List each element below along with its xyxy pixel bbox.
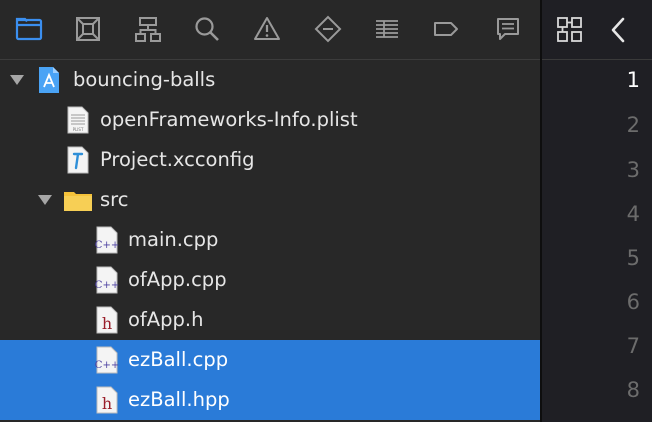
tree-row-project[interactable]: bouncing-balls bbox=[0, 60, 540, 100]
svg-text:PLIST: PLIST bbox=[73, 127, 84, 132]
find-navigator-icon[interactable] bbox=[189, 11, 225, 47]
file-label: ezBall.cpp bbox=[128, 348, 229, 371]
folder-icon bbox=[63, 186, 93, 214]
cpp-file-icon: C++ bbox=[95, 346, 119, 374]
svg-text:h: h bbox=[102, 314, 112, 333]
svg-text:h: h bbox=[102, 394, 112, 413]
header-file-icon: h bbox=[95, 306, 119, 334]
file-label: ezBall.hpp bbox=[128, 388, 230, 411]
file-label: ofApp.h bbox=[128, 308, 204, 331]
editor-jump-bar bbox=[542, 0, 652, 60]
editor-pane: 1 2 3 4 5 6 7 8 bbox=[542, 0, 652, 422]
tree-row-file[interactable]: C++ ofApp.cpp bbox=[0, 260, 540, 300]
header-file-icon: h bbox=[95, 386, 119, 414]
report-navigator-icon[interactable] bbox=[490, 11, 526, 47]
cpp-file-icon: C++ bbox=[95, 226, 119, 254]
line-number: 2 bbox=[626, 113, 640, 137]
line-number: 3 bbox=[626, 158, 640, 182]
symbol-navigator-icon[interactable] bbox=[130, 11, 166, 47]
tree-row-file[interactable]: PLIST openFrameworks-Info.plist bbox=[0, 100, 540, 140]
plist-file-icon: PLIST bbox=[66, 106, 90, 134]
svg-text:C++: C++ bbox=[95, 280, 119, 291]
navigator-toolbar bbox=[0, 0, 540, 60]
issue-navigator-icon[interactable] bbox=[249, 11, 285, 47]
tree-row-file[interactable]: h ofApp.h bbox=[0, 300, 540, 340]
line-number: 4 bbox=[626, 202, 640, 226]
file-label: openFrameworks-Info.plist bbox=[100, 108, 358, 131]
xcode-project-icon bbox=[37, 66, 61, 94]
line-number-current: 1 bbox=[626, 68, 640, 92]
project-navigator-icon[interactable] bbox=[11, 11, 47, 47]
related-items-icon[interactable] bbox=[556, 16, 584, 44]
line-number: 7 bbox=[626, 334, 640, 358]
disclosure-expanded-icon[interactable] bbox=[33, 180, 57, 220]
svg-text:C++: C++ bbox=[95, 240, 119, 251]
disclosure-expanded-icon[interactable] bbox=[5, 60, 29, 100]
svg-text:C++: C++ bbox=[95, 360, 119, 371]
back-chevron-icon[interactable] bbox=[606, 16, 630, 44]
tree-row-file[interactable]: Project.xcconfig bbox=[0, 140, 540, 180]
project-navigator: bouncing-balls PLIST openFrameworks-Info… bbox=[0, 0, 540, 422]
breakpoint-navigator-icon[interactable] bbox=[428, 11, 464, 47]
line-number: 5 bbox=[626, 246, 640, 270]
debug-navigator-icon[interactable] bbox=[369, 11, 405, 47]
tree-row-file-selected[interactable]: C++ ezBall.cpp bbox=[0, 340, 540, 380]
test-navigator-icon[interactable] bbox=[310, 11, 346, 47]
file-label: Project.xcconfig bbox=[100, 148, 255, 171]
file-label: main.cpp bbox=[128, 228, 219, 251]
folder-label: src bbox=[100, 188, 129, 211]
file-label: ofApp.cpp bbox=[128, 268, 227, 291]
cpp-file-icon: C++ bbox=[95, 266, 119, 294]
project-label: bouncing-balls bbox=[73, 68, 216, 91]
tree-row-file-selected[interactable]: h ezBall.hpp bbox=[0, 380, 540, 420]
line-number: 8 bbox=[626, 378, 640, 402]
source-control-navigator-icon[interactable] bbox=[70, 11, 106, 47]
tree-row-folder[interactable]: src bbox=[0, 180, 540, 220]
tree-row-file[interactable]: C++ main.cpp bbox=[0, 220, 540, 260]
xcconfig-file-icon bbox=[66, 146, 90, 174]
line-number: 6 bbox=[626, 290, 640, 314]
